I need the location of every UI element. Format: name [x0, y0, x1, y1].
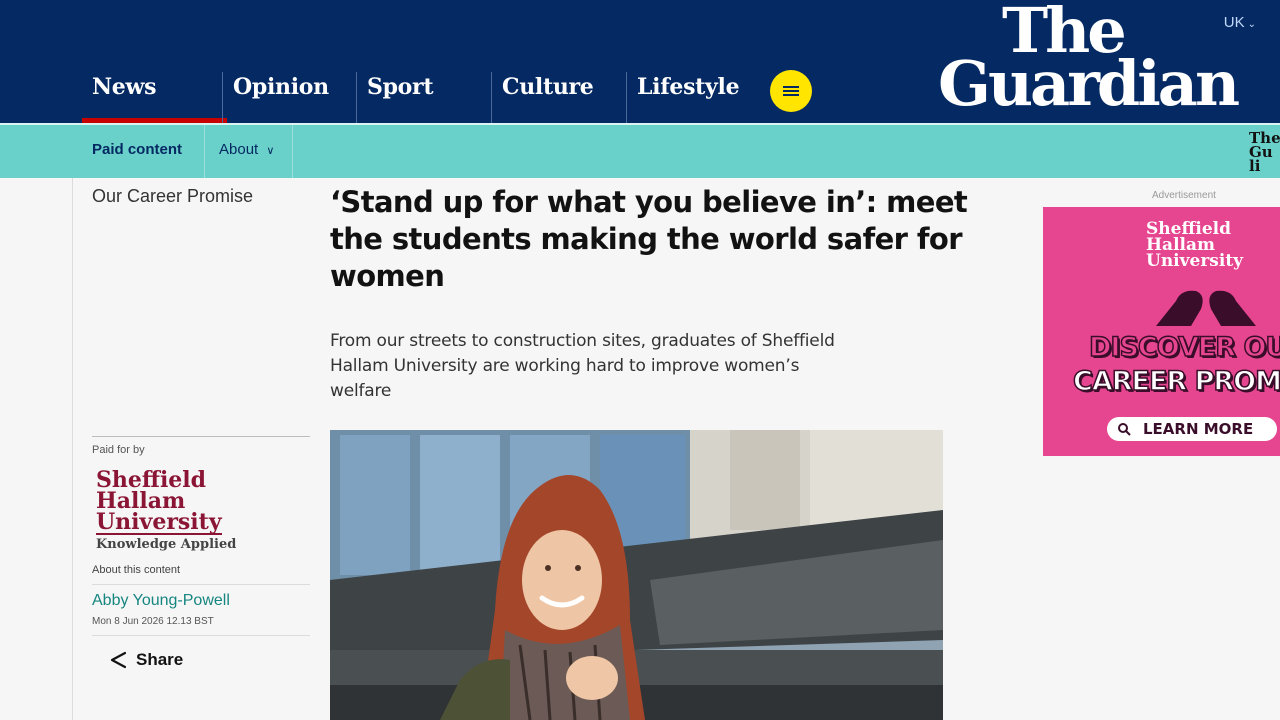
- site-header: News Opinion Sport Culture Lifestyle UK ⌄…: [0, 0, 1280, 123]
- advertisement-label: Advertisement: [1152, 190, 1216, 201]
- share-icon: [110, 651, 127, 669]
- hamburger-icon: [783, 86, 799, 96]
- paid-content-bar: Paid content About ∨ The Gu li: [0, 123, 1280, 178]
- sponsor-logo-line: University: [96, 509, 222, 535]
- hero-photo: [330, 430, 943, 720]
- nav-news[interactable]: News: [82, 72, 227, 123]
- paid-content-label: Paid content: [92, 141, 183, 158]
- nav-sport[interactable]: Sport: [356, 72, 491, 123]
- ad-learn-more-button[interactable]: LEARN MORE: [1107, 417, 1277, 441]
- about-this-content-link[interactable]: About this content: [92, 564, 310, 585]
- meta-divider: [92, 436, 310, 437]
- share-label: Share: [136, 650, 184, 669]
- ad-headline-line-2: CAREER PROMISE: [1072, 365, 1280, 398]
- paid-for-label: Paid for by: [92, 444, 145, 456]
- nav-opinion[interactable]: Opinion: [222, 72, 359, 123]
- menu-button[interactable]: [770, 70, 812, 112]
- article-headline: ‘Stand up for what you believe in’: meet…: [330, 185, 968, 293]
- ad-headline: DISCOVER OUR CAREER PROMISE: [1072, 331, 1280, 399]
- ad-sponsor-logo: Sheffield Hallam University: [1146, 221, 1244, 271]
- advertisement-banner[interactable]: Sheffield Hallam University DISCOVER OUR…: [1043, 207, 1280, 456]
- mini-guardian-logo: The Gu li: [1249, 131, 1280, 175]
- nav-culture[interactable]: Culture: [491, 72, 626, 123]
- chevron-down-icon: ∨: [266, 145, 275, 157]
- search-icon: [1118, 423, 1131, 436]
- series-link[interactable]: Our Career Promise: [92, 186, 253, 207]
- share-button[interactable]: Share: [108, 650, 310, 670]
- publish-date: Mon 8 Jun 2026 12.13 BST: [92, 616, 310, 636]
- author-link[interactable]: Abby Young-Powell: [92, 592, 310, 610]
- hero-photo-illustration: [330, 430, 943, 720]
- logo-line-2: Guardian: [938, 47, 1240, 121]
- article-meta: Paid for by Sheffield Hallam University …: [92, 436, 310, 670]
- article-standfirst: From our streets to construction sites, …: [330, 331, 835, 401]
- ad-headline-line-1: DISCOVER OUR: [1088, 331, 1280, 364]
- mini-logo-line: li: [1249, 157, 1261, 175]
- ad-logo-line: University: [1146, 251, 1244, 271]
- sponsor-tagline: Knowledge Applied: [96, 537, 237, 552]
- guardian-logo[interactable]: The Guardian: [938, 0, 1268, 121]
- sponsor-logo[interactable]: Sheffield Hallam University: [96, 469, 310, 535]
- ad-cta-label: LEARN MORE: [1143, 420, 1254, 438]
- about-dropdown[interactable]: About ∨: [204, 125, 294, 178]
- left-divider: [72, 178, 73, 720]
- fist-bump-illustration: [1156, 290, 1256, 326]
- about-label: About: [219, 141, 259, 158]
- nav-lifestyle[interactable]: Lifestyle: [626, 72, 761, 123]
